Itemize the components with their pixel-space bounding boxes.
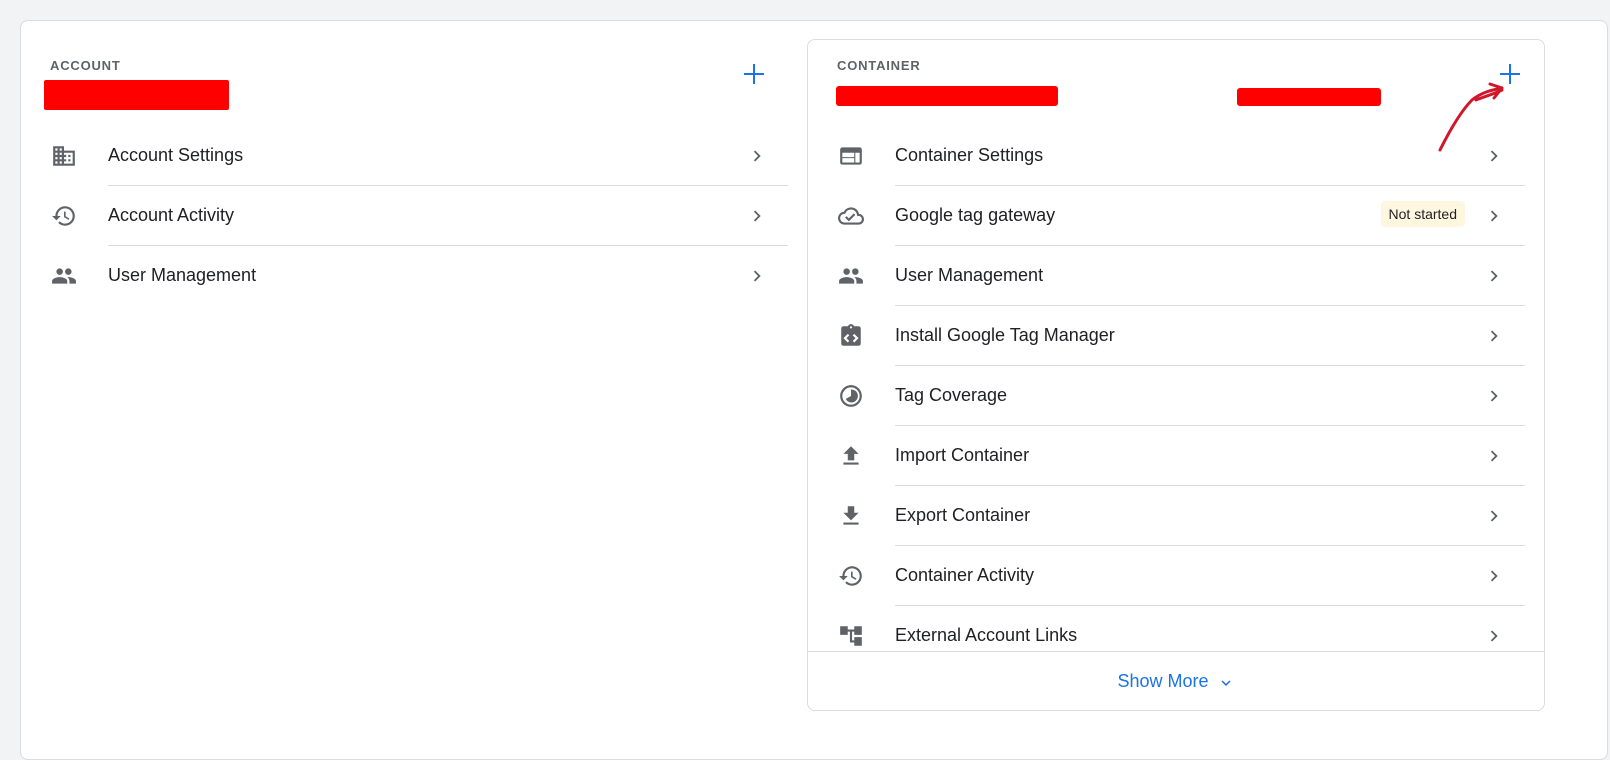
container-activity-item[interactable]: Container Activity (837, 546, 1525, 606)
chevron-right-icon (1483, 385, 1505, 407)
chevron-right-icon (1483, 505, 1505, 527)
import-container-item[interactable]: Import Container (837, 426, 1525, 486)
account-settings-item[interactable]: Account Settings (50, 126, 788, 186)
coverage-icon (837, 382, 865, 410)
chevron-right-icon (1483, 145, 1505, 167)
chevron-right-icon (746, 145, 768, 167)
account-settings-label: Account Settings (108, 145, 244, 165)
chevron-right-icon (746, 205, 768, 227)
tag-coverage-label: Tag Coverage (895, 385, 1008, 405)
upload-icon (837, 442, 865, 470)
external-account-links-label: External Account Links (895, 625, 1078, 645)
redacted-container-name (836, 86, 1058, 106)
container-settings-label: Container Settings (895, 145, 1044, 165)
tag-coverage-item[interactable]: Tag Coverage (837, 366, 1525, 426)
install-gtm-label: Install Google Tag Manager (895, 325, 1115, 345)
container-user-management-item[interactable]: User Management (837, 246, 1525, 306)
download-icon (837, 502, 865, 530)
status-badge: Not started (1380, 201, 1465, 227)
google-tag-gateway-item[interactable]: Google tag gateway Not started (837, 186, 1525, 246)
history-icon (837, 562, 865, 590)
history-icon (50, 202, 78, 230)
install-gtm-item[interactable]: Install Google Tag Manager (837, 306, 1525, 366)
container-settings-item[interactable]: Container Settings (837, 126, 1525, 186)
container-user-management-label: User Management (895, 265, 1044, 285)
export-container-label: Export Container (895, 505, 1031, 525)
export-container-item[interactable]: Export Container (837, 486, 1525, 546)
code-clipboard-icon (837, 322, 865, 350)
container-activity-label: Container Activity (895, 565, 1035, 585)
account-tree-icon (837, 622, 865, 650)
chevron-right-icon (1483, 625, 1505, 647)
building-icon (50, 142, 78, 170)
chevron-down-icon (1221, 679, 1231, 686)
account-user-management-item[interactable]: User Management (50, 246, 788, 306)
people-icon (837, 262, 865, 290)
google-tag-gateway-label: Google tag gateway (895, 205, 1056, 225)
show-more-label: Show More (1117, 670, 1209, 691)
people-icon (50, 262, 78, 290)
chevron-right-icon (1483, 445, 1505, 467)
container-menu-list: Container Settings Google tag gateway No… (837, 126, 1525, 666)
add-container-button[interactable] (1499, 63, 1521, 85)
cloud-check-icon (837, 202, 865, 230)
chevron-right-icon (1483, 265, 1505, 287)
external-account-links-item[interactable]: External Account Links (837, 606, 1525, 666)
chevron-right-icon (746, 265, 768, 287)
chevron-right-icon (1483, 325, 1505, 347)
account-header-label: ACCOUNT (50, 58, 121, 73)
chevron-right-icon (1483, 205, 1505, 227)
redacted-account-name (44, 80, 229, 110)
account-activity-item[interactable]: Account Activity (50, 186, 788, 246)
account-activity-label: Account Activity (108, 205, 235, 225)
import-container-label: Import Container (895, 445, 1030, 465)
account-user-management-label: User Management (108, 265, 257, 285)
redacted-container-id (1237, 88, 1381, 106)
container-header-label: CONTAINER (837, 58, 921, 73)
add-account-button[interactable] (743, 63, 765, 85)
web-layout-icon (837, 142, 865, 170)
account-menu-list: Account Settings Account Activity User M… (50, 126, 788, 306)
chevron-right-icon (1483, 565, 1505, 587)
